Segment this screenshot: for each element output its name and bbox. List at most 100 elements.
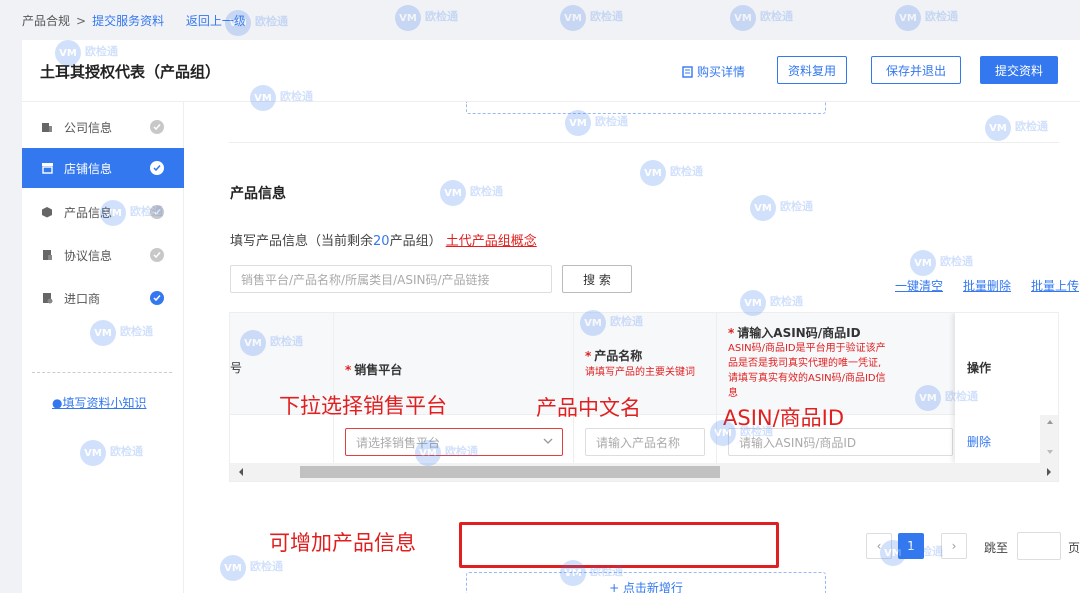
sidebar-item-importer[interactable]: 进口商 xyxy=(22,278,184,318)
clear-all-link[interactable]: 一键清空 xyxy=(895,277,943,294)
section-title: 产品信息 xyxy=(230,186,286,202)
remaining-count: 20 xyxy=(373,234,390,249)
hint-line: 品是否是我司真实代理的唯一凭证, xyxy=(728,358,882,369)
check-circle-icon xyxy=(150,291,164,305)
tips-link[interactable]: ●填写资料小知识 xyxy=(52,394,147,411)
hint-line: 息 xyxy=(728,388,738,399)
check-circle-icon xyxy=(150,248,164,262)
main-card: 土耳其授权代表（产品组） 购买详情 资料复用 保存并退出 提交资料 公司信息 店… xyxy=(22,40,1080,593)
jump-page-input[interactable] xyxy=(1017,532,1061,560)
importer-icon xyxy=(40,291,54,305)
product-name-input[interactable]: 请输入产品名称 xyxy=(585,428,705,456)
building-icon xyxy=(40,120,54,134)
col-name-header: * 产品名称 xyxy=(585,347,642,364)
previous-add-row[interactable] xyxy=(466,102,826,114)
hint-line: ASIN码/商品ID是平台用于验证该产 xyxy=(728,343,886,354)
annotation-name: 产品中文名 xyxy=(536,396,641,420)
batch-upload-link[interactable]: 批量上传 xyxy=(1031,277,1079,294)
purchase-detail-link[interactable]: 购买详情 xyxy=(682,63,745,80)
document-icon xyxy=(40,248,54,262)
scrollbar-thumb[interactable] xyxy=(300,466,720,478)
page-header: 土耳其授权代表（产品组） 购买详情 资料复用 保存并退出 提交资料 xyxy=(22,40,1080,102)
check-circle-icon xyxy=(150,205,164,219)
search-input[interactable]: 销售平台/产品名称/所属类目/ASIN码/产品链接 xyxy=(230,265,552,293)
page-label: 页 xyxy=(1068,541,1080,555)
concept-link[interactable]: 土代产品组概念 xyxy=(446,234,537,249)
bulb-icon: ● xyxy=(52,396,63,410)
annotation-asin: ASIN/商品ID xyxy=(723,406,845,430)
scroll-left-icon[interactable] xyxy=(234,463,248,481)
add-row-button[interactable]: + 点击新增行 xyxy=(466,572,826,593)
search-button[interactable]: 搜 索 xyxy=(562,265,632,293)
required-mark: * xyxy=(728,326,735,340)
col-asin-header: * 请输入ASIN码/商品ID xyxy=(728,324,861,341)
annotation-platform: 下拉选择销售平台 xyxy=(279,394,447,418)
breadcrumb-separator: > xyxy=(76,14,87,28)
required-mark: * xyxy=(585,349,592,363)
sidebar-item-label: 公司信息 xyxy=(64,120,113,135)
section-divider xyxy=(229,142,1059,143)
breadcrumb-current[interactable]: 提交服务资料 xyxy=(92,14,164,28)
col-number-header: 号 xyxy=(230,361,243,375)
prev-page-button[interactable]: ‹ xyxy=(866,533,892,559)
sidebar-item-company[interactable]: 公司信息 xyxy=(22,107,184,147)
required-mark: * xyxy=(345,363,352,377)
back-link[interactable]: 返回上一级 xyxy=(186,14,246,28)
sidebar-item-label: 产品信息 xyxy=(64,205,113,220)
chevron-right-icon: › xyxy=(951,539,957,553)
scroll-down-icon[interactable] xyxy=(1040,445,1059,459)
scroll-right-icon[interactable] xyxy=(1042,463,1056,481)
sidebar: 公司信息 店铺信息 产品信息 协议信息 进口商 ●填写资料小知识 xyxy=(22,102,184,593)
sidebar-item-label: 进口商 xyxy=(64,291,101,306)
tips-label: 填写资料小知识 xyxy=(62,396,147,410)
breadcrumb: 产品合规 > 提交服务资料 返回上一级 xyxy=(0,0,1080,40)
check-circle-icon xyxy=(150,161,164,175)
next-page-button[interactable]: › xyxy=(941,533,967,559)
col-asin-hint: ASIN码/商品ID是平台用于验证该产 品是否是我司真实代理的唯一凭证, 请填写… xyxy=(728,341,886,401)
col-op-header: 操作 xyxy=(967,361,992,375)
col-platform-label: 销售平台 xyxy=(354,363,403,377)
subtitle-suffix: 产品组） xyxy=(389,234,442,249)
breadcrumb-root[interactable]: 产品合规 xyxy=(22,14,70,28)
content-area: 产品信息 填写产品信息（当前剩余20产品组） 土代产品组概念 销售平台/产品名称… xyxy=(184,102,1080,593)
annotation-add: 可增加产品信息 xyxy=(269,531,416,555)
hint-line: 请填写真实有效的ASIN码/商品ID信 xyxy=(728,373,886,384)
page-button-current[interactable]: 1 xyxy=(898,533,924,559)
chevron-down-icon xyxy=(543,438,553,444)
page-title: 土耳其授权代表（产品组） xyxy=(40,63,221,81)
batch-delete-link[interactable]: 批量删除 xyxy=(963,277,1011,294)
delete-row-link[interactable]: 删除 xyxy=(967,433,991,450)
sidebar-item-label: 店铺信息 xyxy=(64,161,113,176)
scroll-up-icon[interactable] xyxy=(1040,415,1059,429)
col-asin-label: 请输入ASIN码/商品ID xyxy=(737,326,861,340)
box-icon xyxy=(40,205,54,219)
asin-input[interactable]: 请输入ASIN码/商品ID xyxy=(728,428,953,456)
col-platform-header: * 销售平台 xyxy=(345,361,402,378)
sidebar-item-agreement[interactable]: 协议信息 xyxy=(22,235,184,275)
submit-button[interactable]: 提交资料 xyxy=(980,56,1058,84)
sidebar-divider xyxy=(32,372,172,373)
annotation-highlight-box xyxy=(459,522,779,568)
column-divider xyxy=(333,313,334,463)
jump-label: 跳至 xyxy=(984,541,1009,555)
sidebar-item-store[interactable]: 店铺信息 xyxy=(22,148,184,188)
reuse-button[interactable]: 资料复用 xyxy=(777,56,847,84)
operation-column: 操作 删除 xyxy=(955,313,1059,463)
col-name-hint: 请填写产品的主要关键词 xyxy=(585,367,695,378)
sidebar-item-product[interactable]: 产品信息 xyxy=(22,192,184,232)
column-divider xyxy=(573,313,574,463)
col-name-label: 产品名称 xyxy=(594,349,643,363)
save-exit-button[interactable]: 保存并退出 xyxy=(871,56,961,84)
platform-select[interactable]: 请选择销售平台 xyxy=(345,428,563,456)
sidebar-item-label: 协议信息 xyxy=(64,248,113,263)
check-circle-icon xyxy=(150,120,164,134)
column-divider xyxy=(716,313,717,463)
platform-placeholder: 请选择销售平台 xyxy=(356,435,441,450)
section-subtitle: 填写产品信息（当前剩余20产品组） 土代产品组概念 xyxy=(230,230,537,249)
store-icon xyxy=(40,161,54,175)
receipt-icon xyxy=(682,65,693,78)
chevron-left-icon: ‹ xyxy=(876,539,882,553)
horizontal-scrollbar[interactable] xyxy=(230,463,1058,481)
subtitle-prefix: 填写产品信息（当前剩余 xyxy=(230,234,374,249)
vertical-scrollbar[interactable] xyxy=(1040,415,1059,463)
